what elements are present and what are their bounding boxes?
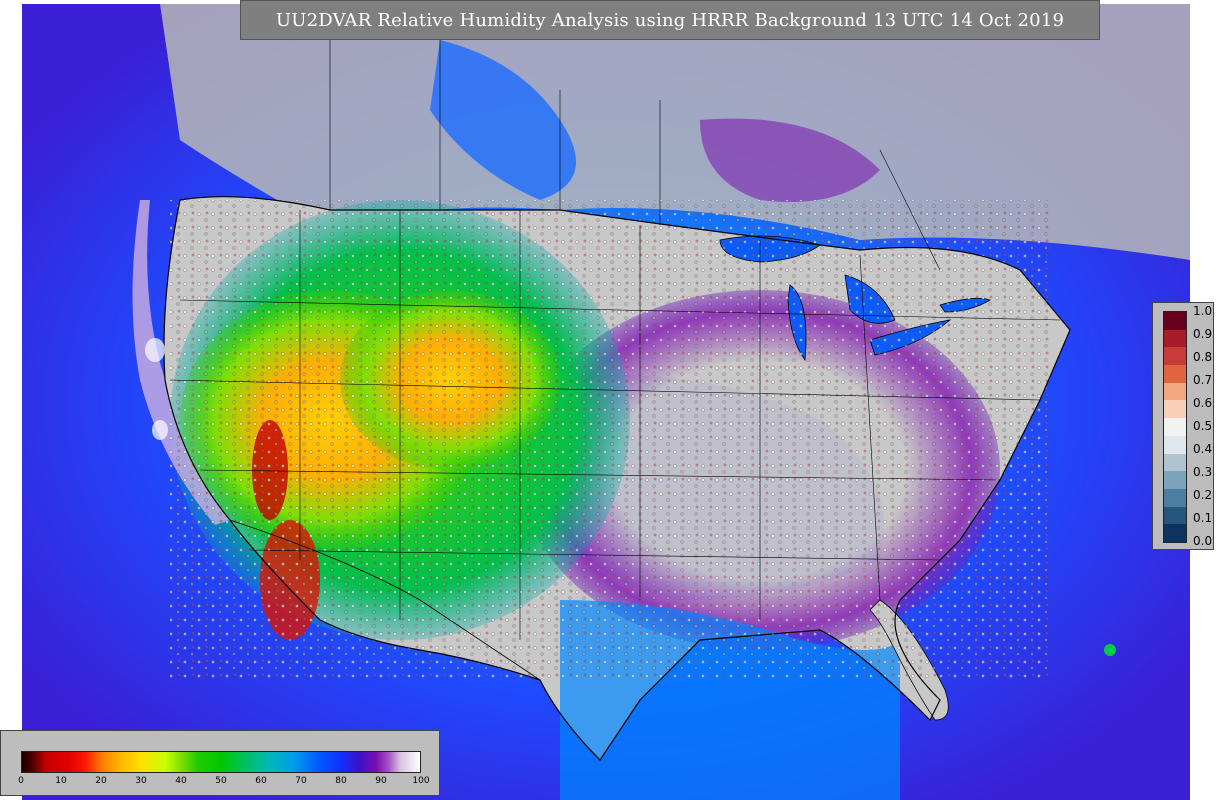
right-colorbar-swatch <box>1164 488 1186 507</box>
right-colorbar-label: 1.0 <box>1193 304 1213 318</box>
right-colorbar: 1.0 0.9 0.8 0.7 0.6 0.5 0.4 0.3 0.2 0.1 0.0 <box>1152 302 1214 550</box>
right-colorbar-label: 0.2 <box>1193 488 1213 502</box>
pacific-swirl <box>152 420 168 440</box>
right-colorbar-label: 0.9 <box>1193 327 1213 341</box>
rh-analysis-map <box>0 0 1216 800</box>
right-colorbar-swatch <box>1164 312 1186 330</box>
bottom-colorbar-label: 40 <box>175 776 187 786</box>
bottom-colorbar-label: 0 <box>18 776 24 786</box>
right-colorbar-swatch <box>1164 400 1186 419</box>
right-colorbar-swatch <box>1164 524 1186 542</box>
right-colorbar-label: 0.3 <box>1193 465 1213 479</box>
station-observations <box>170 200 1050 680</box>
right-colorbar-swatch <box>1164 453 1186 472</box>
bottom-colorbar-label: 80 <box>335 776 347 786</box>
right-colorbar-swatch <box>1164 418 1186 436</box>
right-colorbar-label: 0.4 <box>1193 442 1213 456</box>
right-colorbar-swatch <box>1164 347 1186 366</box>
right-colorbar-strip <box>1163 311 1187 543</box>
right-colorbar-label: 0.7 <box>1193 373 1213 387</box>
bottom-colorbar-label: 10 <box>55 776 67 786</box>
right-colorbar-swatch <box>1164 365 1186 383</box>
right-colorbar-swatch <box>1164 471 1186 489</box>
bottom-colorbar-strip <box>21 751 421 773</box>
right-colorbar-swatch <box>1164 506 1186 525</box>
title-box: UU2DVAR Relative Humidity Analysis using… <box>240 0 1100 40</box>
right-colorbar-label: 0.5 <box>1193 419 1213 433</box>
bottom-colorbar-label: 50 <box>215 776 227 786</box>
bottom-colorbar-label: 60 <box>255 776 267 786</box>
right-colorbar-swatch <box>1164 435 1186 454</box>
right-colorbar-label: 0.0 <box>1193 534 1213 548</box>
bottom-colorbar: 0 10 20 30 40 50 60 70 80 90 100 <box>0 730 440 796</box>
pacific-swirl <box>145 338 165 362</box>
right-colorbar-label: 0.8 <box>1193 350 1213 364</box>
bottom-colorbar-label: 90 <box>375 776 387 786</box>
right-colorbar-swatch <box>1164 382 1186 401</box>
bottom-colorbar-label: 100 <box>412 776 430 786</box>
right-colorbar-swatch <box>1164 329 1186 348</box>
bottom-colorbar-label: 30 <box>135 776 147 786</box>
bottom-colorbar-label: 70 <box>295 776 307 786</box>
right-colorbar-label: 0.6 <box>1193 396 1213 410</box>
atlantic-green-spot <box>1104 644 1116 656</box>
right-colorbar-label: 0.1 <box>1193 511 1213 525</box>
bottom-colorbar-label: 20 <box>95 776 107 786</box>
map-title: UU2DVAR Relative Humidity Analysis using… <box>275 9 1065 31</box>
